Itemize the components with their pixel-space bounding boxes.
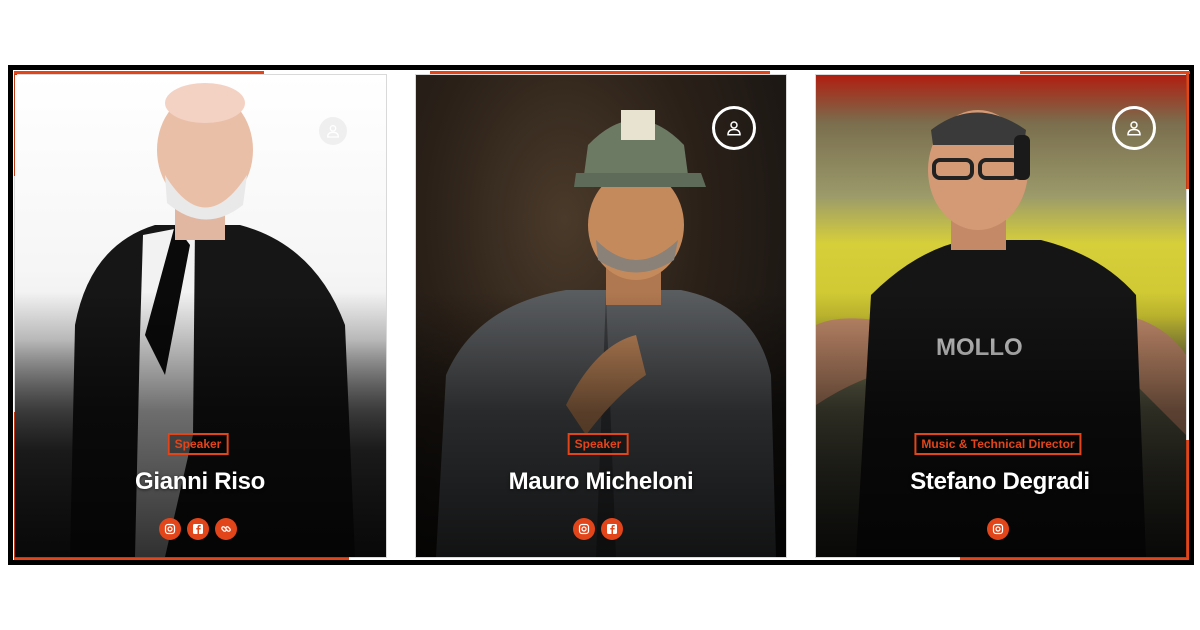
facebook-icon[interactable] <box>187 518 209 540</box>
facebook-icon[interactable] <box>601 518 623 540</box>
role-badge: Speaker <box>167 433 229 455</box>
social-links <box>573 518 623 540</box>
accent-line-right-bottom <box>1186 440 1189 560</box>
user-icon <box>1127 121 1141 136</box>
speaker-card-stefano[interactable]: MOLLO Music & Technical Director Stefano… <box>816 75 1186 557</box>
speaker-name: Mauro Micheloni <box>508 468 694 495</box>
user-icon <box>727 121 741 136</box>
user-icon <box>326 125 340 138</box>
accent-line-top-left <box>14 71 264 74</box>
speaker-card-mauro[interactable]: Speaker Mauro Micheloni <box>416 75 786 557</box>
speaker-name: Gianni Riso <box>134 468 266 495</box>
accent-line-bottom-left <box>14 557 349 560</box>
link-icon[interactable] <box>215 518 237 540</box>
speaker-name: Stefano Degradi <box>910 468 1090 495</box>
accent-line-top-mid <box>430 71 770 74</box>
profile-link-button[interactable] <box>712 106 756 150</box>
accent-line-right-top <box>1186 71 1189 189</box>
speaker-card-gianni[interactable]: Speaker Gianni Riso <box>15 75 386 557</box>
role-badge: Speaker <box>567 433 629 455</box>
accent-line-top-right <box>1020 71 1190 74</box>
profile-link-button[interactable] <box>319 117 347 145</box>
instagram-icon[interactable] <box>987 518 1009 540</box>
instagram-icon[interactable] <box>159 518 181 540</box>
accent-line-bottom-right <box>960 557 1189 560</box>
social-links <box>987 518 1009 540</box>
profile-link-button[interactable] <box>1112 106 1156 150</box>
instagram-icon[interactable] <box>573 518 595 540</box>
social-links <box>159 518 237 540</box>
role-badge: Music & Technical Director <box>914 433 1082 455</box>
